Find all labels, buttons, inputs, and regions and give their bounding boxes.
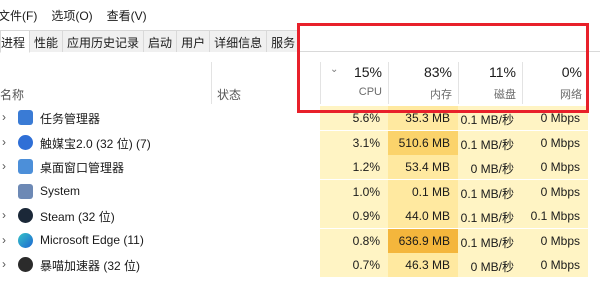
process-net-value: 0.1 Mbps — [522, 204, 588, 228]
column-status[interactable]: 状态 — [217, 86, 241, 103]
tab-startup[interactable]: 启动 — [143, 30, 178, 52]
process-name: Microsoft Edge (11) — [40, 232, 144, 247]
process-mem-value: 510.6 MB — [388, 130, 458, 155]
expand-chevron-icon[interactable]: › — [2, 233, 6, 247]
memory-label: 内存 — [430, 89, 452, 101]
process-name: 桌面窗口管理器 — [40, 161, 125, 175]
process-list: › 任务管理器 5.6% 35.3 MB 0.1 MB/秒 0 Mbps › 触媒宝2.0 (… — [0, 106, 600, 278]
tab-performance[interactable]: 性能 — [29, 30, 64, 52]
process-cpu-value: 5.6% — [320, 106, 388, 130]
expand-chevron-icon[interactable]: › — [2, 159, 6, 173]
column-header: 名称 状态 ⌄ 15% CPU 83% 内存 11% 磁盘 0% 网络 — [0, 54, 600, 104]
process-mem-value: 46.3 MB — [388, 253, 458, 277]
process-mem-value: 53.4 MB — [388, 155, 458, 179]
menu-file[interactable]: 文件(F) — [0, 7, 43, 24]
process-disk-value: 0 MB/秒 — [458, 253, 522, 277]
tab-services[interactable]: 服务 — [266, 30, 301, 52]
process-name: 任务管理器 — [40, 112, 101, 126]
process-name: Steam (32 位) — [40, 210, 115, 224]
tab-users[interactable]: 用户 — [176, 30, 211, 52]
network-label: 网络 — [560, 89, 582, 101]
process-mem-value: 0.1 MB — [388, 179, 458, 204]
app-icon — [18, 134, 33, 150]
process-name: 暴喵加速器 (32 位) — [40, 259, 141, 273]
process-net-value: 0 Mbps — [522, 155, 588, 179]
window-icon — [18, 159, 33, 174]
disk-label: 磁盘 — [494, 89, 516, 101]
process-mem-value: 636.9 MB — [388, 228, 458, 253]
tab-details[interactable]: 详细信息 — [209, 30, 268, 52]
expand-chevron-icon[interactable]: › — [2, 208, 6, 222]
process-cpu-value: 0.8% — [320, 228, 388, 253]
column-name[interactable]: 名称 — [0, 86, 24, 103]
disk-total: 11% — [489, 64, 516, 80]
menu-options[interactable]: 选项(O) — [51, 7, 98, 24]
cpu-label: CPU — [358, 86, 382, 98]
edge-icon — [18, 232, 33, 248]
task-manager-icon — [18, 110, 33, 125]
accelerator-icon — [18, 257, 33, 272]
tab-app-history[interactable]: 应用历史记录 — [62, 30, 145, 52]
process-net-value: 0 Mbps — [522, 106, 588, 130]
memory-total: 83% — [423, 64, 452, 80]
process-cpu-value: 0.9% — [320, 204, 388, 228]
process-cpu-value: 1.0% — [320, 179, 388, 204]
process-name: System — [40, 183, 81, 198]
process-cpu-value: 3.1% — [320, 130, 388, 155]
process-disk-value: 0.1 MB/秒 — [458, 106, 522, 130]
column-network[interactable]: 0% 网络 — [522, 54, 588, 104]
process-disk-value: 0.1 MB/秒 — [458, 228, 522, 253]
column-disk[interactable]: 11% 磁盘 — [458, 54, 522, 104]
process-row[interactable]: › Microsoft Edge (11) 0.8% 636.9 MB 0.1 MB/秒… — [0, 228, 600, 253]
process-mem-value: 35.3 MB — [388, 106, 458, 130]
column-memory[interactable]: 83% 内存 — [388, 54, 458, 104]
menu-bar: 文件(F) 选项(O) 查看(V) — [0, 4, 161, 26]
process-disk-value: 0 MB/秒 — [458, 155, 522, 179]
process-mem-value: 44.0 MB — [388, 204, 458, 228]
process-disk-value: 0.1 MB/秒 — [458, 204, 522, 228]
expand-chevron-icon[interactable]: › — [2, 257, 6, 271]
column-cpu[interactable]: 15% CPU — [320, 54, 388, 104]
steam-icon — [18, 208, 33, 223]
system-icon — [18, 183, 33, 199]
process-net-value: 0 Mbps — [522, 130, 588, 155]
process-net-value: 0 Mbps — [522, 179, 588, 204]
process-net-value: 0 Mbps — [522, 253, 588, 277]
process-name: 触媒宝2.0 (32 位) (7) — [40, 136, 151, 151]
column-divider[interactable] — [211, 62, 212, 104]
process-disk-value: 0.1 MB/秒 — [458, 179, 522, 204]
tab-bar: 进程 性能 应用历史记录 启动 用户 详细信息 服务 — [0, 30, 600, 53]
menu-view[interactable]: 查看(V) — [107, 7, 153, 24]
process-cpu-value: 0.7% — [320, 253, 388, 277]
process-cpu-value: 1.2% — [320, 155, 388, 179]
tab-processes[interactable]: 进程 — [0, 30, 31, 53]
process-row[interactable]: › 暴喵加速器 (32 位) 0.7% 46.3 MB 0 MB/秒 0 Mbps — [0, 253, 600, 278]
process-row[interactable]: › Steam (32 位) 0.9% 44.0 MB 0.1 MB/秒 0.1 Mbps — [0, 204, 600, 229]
process-net-value: 0 Mbps — [522, 228, 588, 253]
network-total: 0% — [561, 64, 582, 80]
process-row[interactable]: › 触媒宝2.0 (32 位) (7) 3.1% 510.6 MB 0.1 MB/秒 0 … — [0, 130, 600, 155]
process-row[interactable]: › 任务管理器 5.6% 35.3 MB 0.1 MB/秒 0 Mbps — [0, 106, 600, 131]
process-row[interactable]: ›System1.0%0.1 MB0.1 MB/秒0 Mbps — [0, 179, 600, 204]
expand-chevron-icon[interactable]: › — [2, 110, 6, 124]
cpu-total: 15% — [353, 64, 382, 80]
process-disk-value: 0.1 MB/秒 — [458, 130, 522, 155]
process-row[interactable]: › 桌面窗口管理器 1.2% 53.4 MB 0 MB/秒 0 Mbps — [0, 155, 600, 180]
expand-chevron-icon[interactable]: › — [2, 135, 6, 149]
